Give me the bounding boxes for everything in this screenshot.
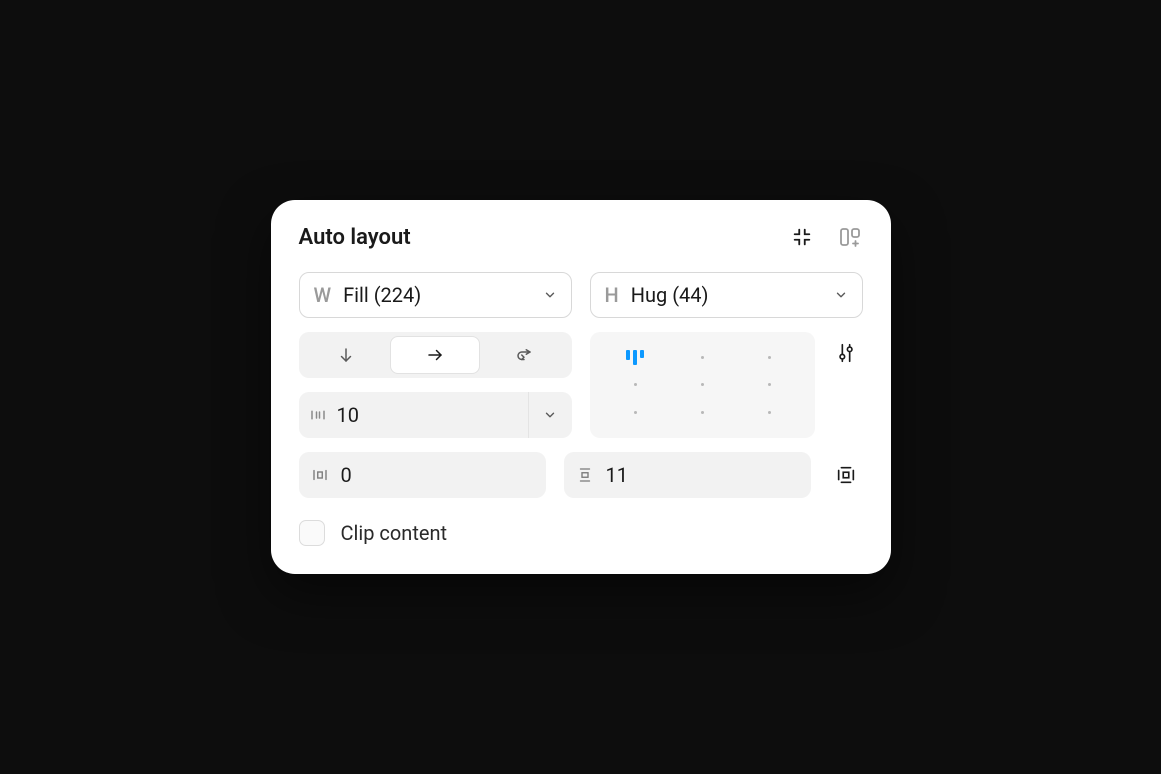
vertical-padding-field[interactable]: 11 — [564, 452, 811, 498]
individual-padding-icon[interactable] — [829, 458, 863, 492]
align-bottom-right[interactable] — [736, 399, 803, 426]
panel-header: Auto layout — [299, 224, 863, 250]
padding-row: 0 11 — [299, 452, 863, 498]
align-middle-center[interactable] — [669, 371, 736, 398]
direction-vertical[interactable] — [303, 336, 391, 374]
chevron-down-icon — [543, 288, 557, 302]
gap-value: 10 — [337, 392, 528, 438]
clip-content-checkbox[interactable] — [299, 520, 325, 546]
collapse-icon[interactable] — [789, 224, 815, 250]
width-value: Fill (224) — [343, 283, 542, 307]
direction-wrap[interactable] — [480, 336, 568, 374]
gap-icon — [299, 392, 337, 438]
main-row: 10 — [299, 332, 863, 438]
align-top-right[interactable] — [736, 344, 803, 371]
advanced-settings-icon[interactable] — [829, 336, 863, 370]
horizontal-padding-field[interactable]: 0 — [299, 452, 546, 498]
height-value: Hug (44) — [631, 283, 834, 307]
header-actions — [789, 224, 863, 250]
right-column — [590, 332, 863, 438]
height-label: H — [605, 283, 619, 307]
vertical-padding-icon — [564, 465, 606, 485]
clip-content-label: Clip content — [341, 521, 448, 545]
direction-horizontal[interactable] — [390, 336, 480, 374]
vertical-padding-value: 11 — [606, 463, 628, 487]
horizontal-padding-icon — [299, 466, 341, 484]
align-top-left[interactable] — [602, 344, 669, 371]
align-bottom-left[interactable] — [602, 399, 669, 426]
align-bottom-center[interactable] — [669, 399, 736, 426]
gap-field[interactable]: 10 — [299, 392, 572, 438]
horizontal-padding-value: 0 — [341, 463, 352, 487]
align-top-center[interactable] — [669, 344, 736, 371]
chevron-down-icon — [834, 288, 848, 302]
width-field[interactable]: W Fill (224) — [299, 272, 572, 318]
alignment-grid[interactable] — [590, 332, 815, 438]
align-middle-left[interactable] — [602, 371, 669, 398]
direction-segmented — [299, 332, 572, 378]
left-column: 10 — [299, 332, 572, 438]
auto-layout-panel: Auto layout W Fill (224) — [271, 200, 891, 574]
width-label: W — [314, 283, 332, 307]
gap-dropdown[interactable] — [528, 392, 572, 438]
height-field[interactable]: H Hug (44) — [590, 272, 863, 318]
clip-content-row: Clip content — [299, 520, 863, 546]
size-row: W Fill (224) H Hug (44) — [299, 272, 863, 318]
add-layout-icon[interactable] — [837, 224, 863, 250]
panel-title: Auto layout — [299, 225, 789, 250]
align-active-icon — [626, 350, 644, 365]
align-middle-right[interactable] — [736, 371, 803, 398]
